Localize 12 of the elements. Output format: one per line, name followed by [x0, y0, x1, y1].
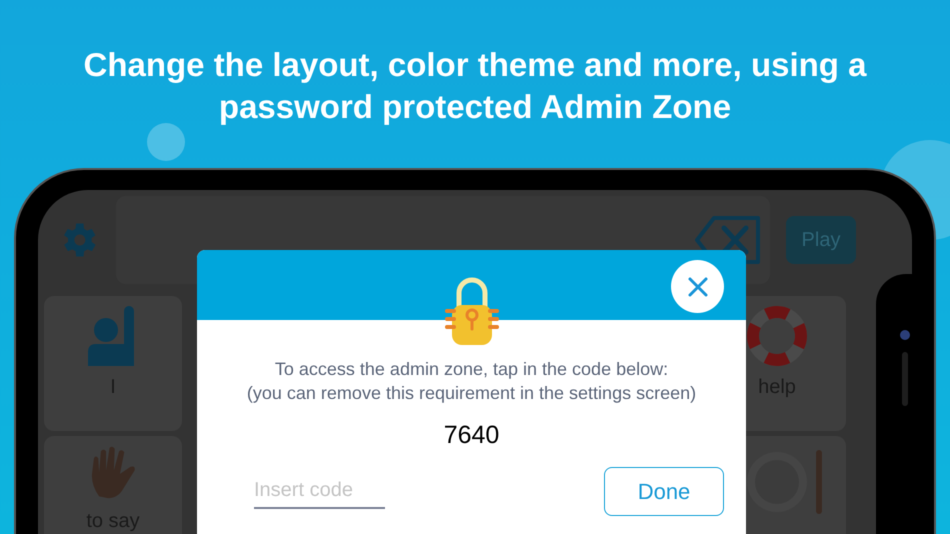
dialog-message: (you can remove this requirement in the settings screen) [246, 382, 696, 405]
lifebuoy-icon [747, 306, 807, 366]
background-bubble [147, 123, 185, 161]
camera-lens [900, 330, 910, 340]
code-input-field[interactable]: Insert code [254, 473, 385, 509]
dialog-message: To access the admin zone, tap in the code below: [274, 358, 668, 381]
close-icon [686, 276, 708, 298]
done-button[interactable]: Done [604, 466, 724, 516]
access-code: 7640 [444, 420, 500, 451]
sensor-slot [902, 352, 908, 406]
padlock-icon [444, 277, 498, 347]
headline: Change the layout, color theme and more, using a password protected Admin Zone [82, 45, 868, 127]
